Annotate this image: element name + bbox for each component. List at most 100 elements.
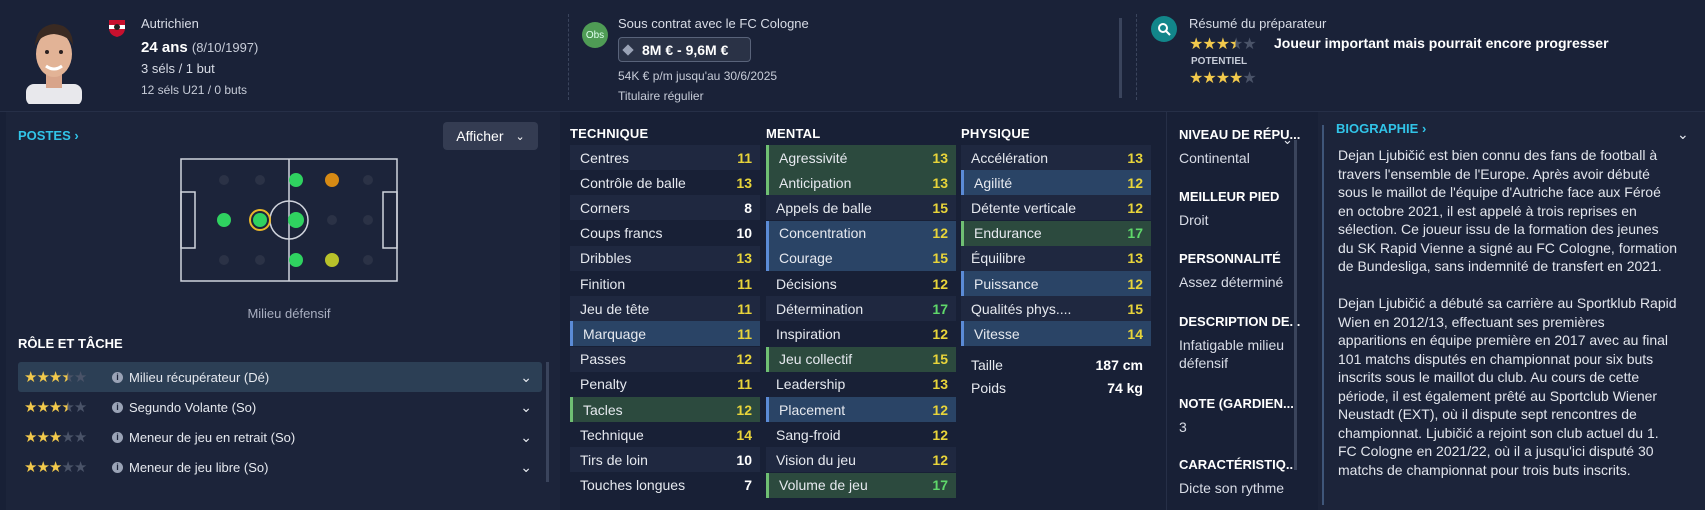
roles-scrollbar[interactable] [546,362,549,482]
attribute-row[interactable]: Finition 11 [570,271,760,296]
attribute-label: Vitesse [974,325,1020,342]
info-icon[interactable]: i [112,401,123,413]
attribute-row[interactable]: Marquage 11 [570,321,760,347]
attribute-value: 14 [1127,325,1143,342]
attribute-row[interactable]: Leadership 13 [766,372,956,397]
attribute-row[interactable]: Passes 12 [570,346,760,372]
attribute-row[interactable]: Concentration 12 [766,220,956,246]
attribute-value: 11 [737,325,752,342]
attribute-label: Inspiration [776,325,841,342]
attribute-row[interactable]: Centres 11 [570,145,760,170]
attribute-row[interactable]: Placement 12 [766,397,956,422]
info-icon[interactable]: i [112,461,123,473]
info-heading: MEILLEUR PIED [1179,189,1280,204]
attribute-label: Touches longues [580,477,686,494]
role-row[interactable]: ★★★★★ i Meneur de jeu libre (So) ⌄ [18,452,542,482]
attribute-row[interactable]: Détermination 17 [766,296,956,322]
attribute-row[interactable]: Touches longues 7 [570,473,760,498]
attribute-label: Agressivité [779,149,848,166]
attribute-row[interactable]: Détente verticale 12 [961,195,1151,221]
attribute-value: 12 [736,351,752,368]
bio-spacer [1338,276,1688,295]
attribute-row[interactable]: Coups francs 10 [570,221,760,246]
attribute-value: 15 [932,250,948,267]
attribute-label: Jeu de tête [580,300,650,317]
attribute-label: Placement [779,401,846,418]
info-icon[interactable]: i [112,431,123,443]
attribute-row[interactable]: Anticipation 13 [766,170,956,196]
attribute-row[interactable]: Dribbles 13 [570,245,760,271]
attribute-value: 10 [736,225,752,242]
attribute-row[interactable]: Volume de jeu 17 [766,472,956,498]
attribute-row[interactable]: Équilibre 13 [961,245,1151,271]
show-button[interactable]: Afficher ⌄ [443,122,538,150]
scrollbar[interactable] [1119,18,1122,98]
search-icon[interactable] [1151,16,1177,42]
attribute-row[interactable]: Courage 15 [766,245,956,271]
chevron-down-icon[interactable]: ⌄ [520,369,532,386]
attribute-row[interactable]: Inspiration 12 [766,321,956,346]
attribute-row[interactable]: Contrôle de balle 13 [570,170,760,195]
attribute-row[interactable]: Qualités phys.... 15 [961,296,1151,322]
attribute-label: Tacles [583,401,623,418]
attribute-row[interactable]: Endurance 17 [961,220,1151,246]
chevron-down-icon[interactable]: ⌄ [1282,132,1293,148]
potential-stars: ★★★★★ [1189,70,1257,87]
coach-summary: Joueur important mais pourrait encore pr… [1274,35,1609,51]
biography-title[interactable]: BIOGRAPHIE › [1336,121,1426,136]
squad-status: Titulaire régulier [618,89,704,103]
role-row[interactable]: ★★★★★ i Milieu récupérateur (Dé) ⌄ [18,362,542,392]
attribute-row[interactable]: Vision du jeu 12 [766,447,956,473]
attribute-label: Détermination [776,300,864,317]
scout-badge[interactable]: Obs [582,22,608,48]
chevron-down-icon[interactable]: ⌄ [520,459,532,476]
chevron-down-icon[interactable]: ⌄ [520,399,532,416]
attribute-label: Accélération [971,149,1049,166]
attribute-row[interactable]: Corners 8 [570,195,760,221]
attribute-row[interactable]: Décisions 12 [766,271,956,296]
attribute-row[interactable]: Technique 14 [570,422,760,447]
attribute-row[interactable]: Tirs de loin 10 [570,447,760,473]
attribute-row[interactable]: Accélération 13 [961,145,1151,170]
role-row[interactable]: ★★★★★ i Meneur de jeu en retrait (So) ⌄ [18,422,542,452]
info-scrollbar[interactable] [1294,140,1297,470]
attribute-label: Coups francs [580,225,663,242]
attribute-value: 12 [1127,174,1143,191]
chevron-down-icon[interactable]: ⌄ [1677,126,1689,143]
attribute-label: Qualités phys.... [971,300,1072,317]
chevron-down-icon: ⌄ [515,130,525,143]
bio-line: championnat. Ljubičić a rejoint son club… [1338,424,1659,441]
attribute-value: 12 [1127,199,1143,216]
info-icon[interactable]: i [112,371,123,383]
attribute-row[interactable]: Penalty 11 [570,372,760,397]
attribute-row[interactable]: Agressivité 13 [766,145,956,170]
info-heading: PERSONNALITÉ [1179,251,1281,266]
role-section-title: RÔLE ET TÂCHE [18,336,123,351]
bio-line: 101 matchs disputés en championnat pour … [1338,350,1654,367]
role-label: Meneur de jeu en retrait (So) [129,429,296,445]
info-value: Continental [1179,150,1250,166]
attribute-value: 12 [736,401,752,418]
attribute-label: Volume de jeu [779,477,868,494]
attribute-row[interactable]: Jeu collectif 15 [766,346,956,372]
positions-title[interactable]: POSTES › [18,128,79,143]
attribute-row[interactable]: Vitesse 14 [961,321,1151,347]
attribute-row[interactable]: Jeu de tête 11 [570,296,760,322]
attribute-row[interactable]: Puissance 12 [961,271,1151,296]
attribute-label: Centres [580,149,630,166]
attribute-value: 15 [932,199,948,216]
value-pill[interactable]: 8M € - 9,6M € [618,37,751,62]
contract-club: Sous contrat avec le FC Cologne [618,16,809,31]
attribute-value: 13 [736,250,752,267]
role-row[interactable]: ★★★★★ i Segundo Volante (So) ⌄ [18,392,542,422]
attribute-row[interactable]: Agilité 12 [961,170,1151,196]
attribute-row[interactable]: Sang-froid 12 [766,422,956,447]
potential-label: POTENTIEL [1191,56,1248,67]
attribute-row[interactable]: Appels de balle 15 [766,195,956,221]
bio-line: du SK Rapid Vienne a signé au FC Cologne… [1338,239,1678,256]
pitch [180,158,398,282]
chevron-down-icon[interactable]: ⌄ [520,429,532,446]
attribute-row[interactable]: Tacles 12 [570,397,760,422]
measure-label: Taille [971,356,1003,373]
bio-line: FC Cologne en 2021/22, où il a jusqu'ici… [1338,443,1654,459]
